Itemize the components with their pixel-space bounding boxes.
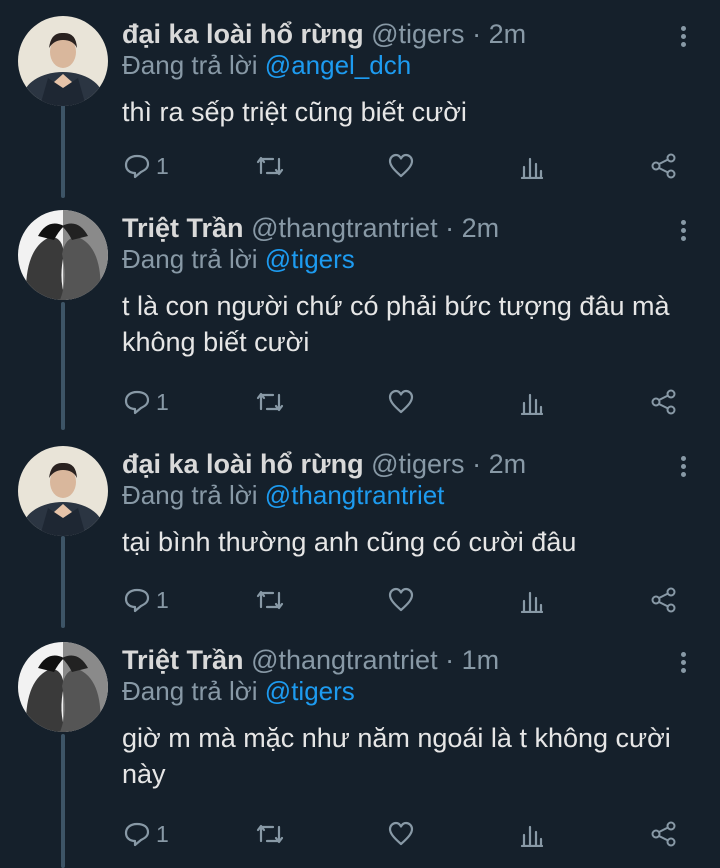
reply-icon bbox=[124, 588, 150, 613]
retweet-button[interactable] bbox=[256, 580, 284, 620]
analytics-button[interactable] bbox=[520, 146, 544, 186]
separator-dot: · bbox=[445, 645, 455, 675]
avatar[interactable] bbox=[18, 446, 108, 536]
timestamp[interactable]: 2m bbox=[489, 19, 527, 49]
tweet-text: t là con người chứ có phải bức tượng đâu… bbox=[122, 291, 670, 357]
share-icon bbox=[651, 153, 676, 179]
analytics-icon bbox=[520, 157, 544, 179]
retweet-icon bbox=[256, 590, 284, 610]
avatar[interactable] bbox=[18, 210, 108, 300]
reply-count: 1 bbox=[156, 820, 169, 847]
analytics-icon bbox=[520, 393, 544, 415]
share-icon bbox=[651, 389, 676, 415]
reply-count: 1 bbox=[156, 586, 169, 613]
tweet[interactable]: đại ka loài hổ rừng @tigers · 2m Đang tr… bbox=[0, 16, 720, 196]
replying-to-label: Đang trả lời bbox=[122, 676, 258, 706]
more-options-icon[interactable] bbox=[672, 448, 696, 484]
action-bar: 1 bbox=[0, 580, 720, 620]
display-name[interactable]: đại ka loài hổ rừng bbox=[122, 19, 364, 49]
analytics-button[interactable] bbox=[520, 580, 544, 620]
analytics-icon bbox=[520, 591, 544, 613]
reply-count: 1 bbox=[156, 388, 169, 415]
reply-count: 1 bbox=[156, 152, 169, 179]
avatar[interactable] bbox=[18, 642, 108, 732]
share-button[interactable] bbox=[650, 146, 678, 186]
heart-icon bbox=[388, 389, 414, 414]
reply-button[interactable]: 1 bbox=[124, 146, 169, 186]
user-handle[interactable]: @tigers bbox=[371, 19, 464, 49]
share-button[interactable] bbox=[650, 382, 678, 422]
separator-dot: · bbox=[472, 449, 482, 479]
timestamp[interactable]: 1m bbox=[462, 645, 500, 675]
more-options-icon[interactable] bbox=[672, 644, 696, 680]
heart-icon bbox=[388, 153, 414, 178]
reply-button[interactable]: 1 bbox=[124, 382, 169, 422]
analytics-icon bbox=[520, 825, 544, 847]
tweet-text: thì ra sếp triệt cũng biết cười bbox=[122, 97, 467, 127]
reply-icon bbox=[124, 390, 150, 415]
share-icon bbox=[651, 821, 676, 847]
more-options-icon[interactable] bbox=[672, 212, 696, 248]
analytics-button[interactable] bbox=[520, 382, 544, 422]
like-button[interactable] bbox=[388, 814, 414, 854]
retweet-icon bbox=[256, 392, 284, 412]
replying-to-label: Đang trả lời bbox=[122, 480, 258, 510]
display-name[interactable]: đại ka loài hổ rừng bbox=[122, 449, 364, 479]
retweet-button[interactable] bbox=[256, 382, 284, 422]
analytics-button[interactable] bbox=[520, 814, 544, 854]
display-name[interactable]: Triệt Trần bbox=[122, 213, 244, 243]
reply-button[interactable]: 1 bbox=[124, 814, 169, 854]
mention-link[interactable]: @angel_dch bbox=[265, 50, 411, 80]
action-bar: 1 bbox=[0, 382, 720, 422]
mention-link[interactable]: @tigers bbox=[265, 244, 355, 274]
tweet[interactable]: Triệt Trần @thangtrantriet · 2m Đang trả… bbox=[0, 210, 720, 430]
user-handle[interactable]: @tigers bbox=[371, 449, 464, 479]
share-button[interactable] bbox=[650, 814, 678, 854]
share-icon bbox=[651, 587, 676, 613]
retweet-button[interactable] bbox=[256, 146, 284, 186]
more-options-icon[interactable] bbox=[672, 18, 696, 54]
retweet-button[interactable] bbox=[256, 814, 284, 854]
timestamp[interactable]: 2m bbox=[462, 213, 500, 243]
mention-link[interactable]: @tigers bbox=[265, 676, 355, 706]
mention-link[interactable]: @thangtrantriet bbox=[265, 480, 445, 510]
like-button[interactable] bbox=[388, 382, 414, 422]
like-button[interactable] bbox=[388, 146, 414, 186]
action-bar: 1 bbox=[0, 814, 720, 854]
reply-button[interactable]: 1 bbox=[124, 580, 169, 620]
display-name[interactable]: Triệt Trần bbox=[122, 645, 244, 675]
separator-dot: · bbox=[472, 19, 482, 49]
tweet-text: tại bình thường anh cũng có cười đâu bbox=[122, 527, 577, 557]
share-button[interactable] bbox=[650, 580, 678, 620]
tweet[interactable]: đại ka loài hổ rừng @tigers · 2m Đang tr… bbox=[0, 446, 720, 626]
heart-icon bbox=[388, 587, 414, 612]
reply-icon bbox=[124, 154, 150, 179]
retweet-icon bbox=[256, 824, 284, 844]
tweet-text: giờ m mà mặc như năm ngoái là t không cư… bbox=[122, 723, 671, 789]
timestamp[interactable]: 2m bbox=[489, 449, 527, 479]
separator-dot: · bbox=[445, 213, 455, 243]
action-bar: 1 bbox=[0, 146, 720, 186]
reply-icon bbox=[124, 822, 150, 847]
retweet-icon bbox=[256, 156, 284, 176]
like-button[interactable] bbox=[388, 580, 414, 620]
replying-to-label: Đang trả lời bbox=[122, 50, 258, 80]
replying-to-label: Đang trả lời bbox=[122, 244, 258, 274]
tweet[interactable]: Triệt Trần @thangtrantriet · 1m Đang trả… bbox=[0, 642, 720, 868]
user-handle[interactable]: @thangtrantriet bbox=[251, 213, 438, 243]
avatar[interactable] bbox=[18, 16, 108, 106]
user-handle[interactable]: @thangtrantriet bbox=[251, 645, 438, 675]
heart-icon bbox=[388, 821, 414, 846]
